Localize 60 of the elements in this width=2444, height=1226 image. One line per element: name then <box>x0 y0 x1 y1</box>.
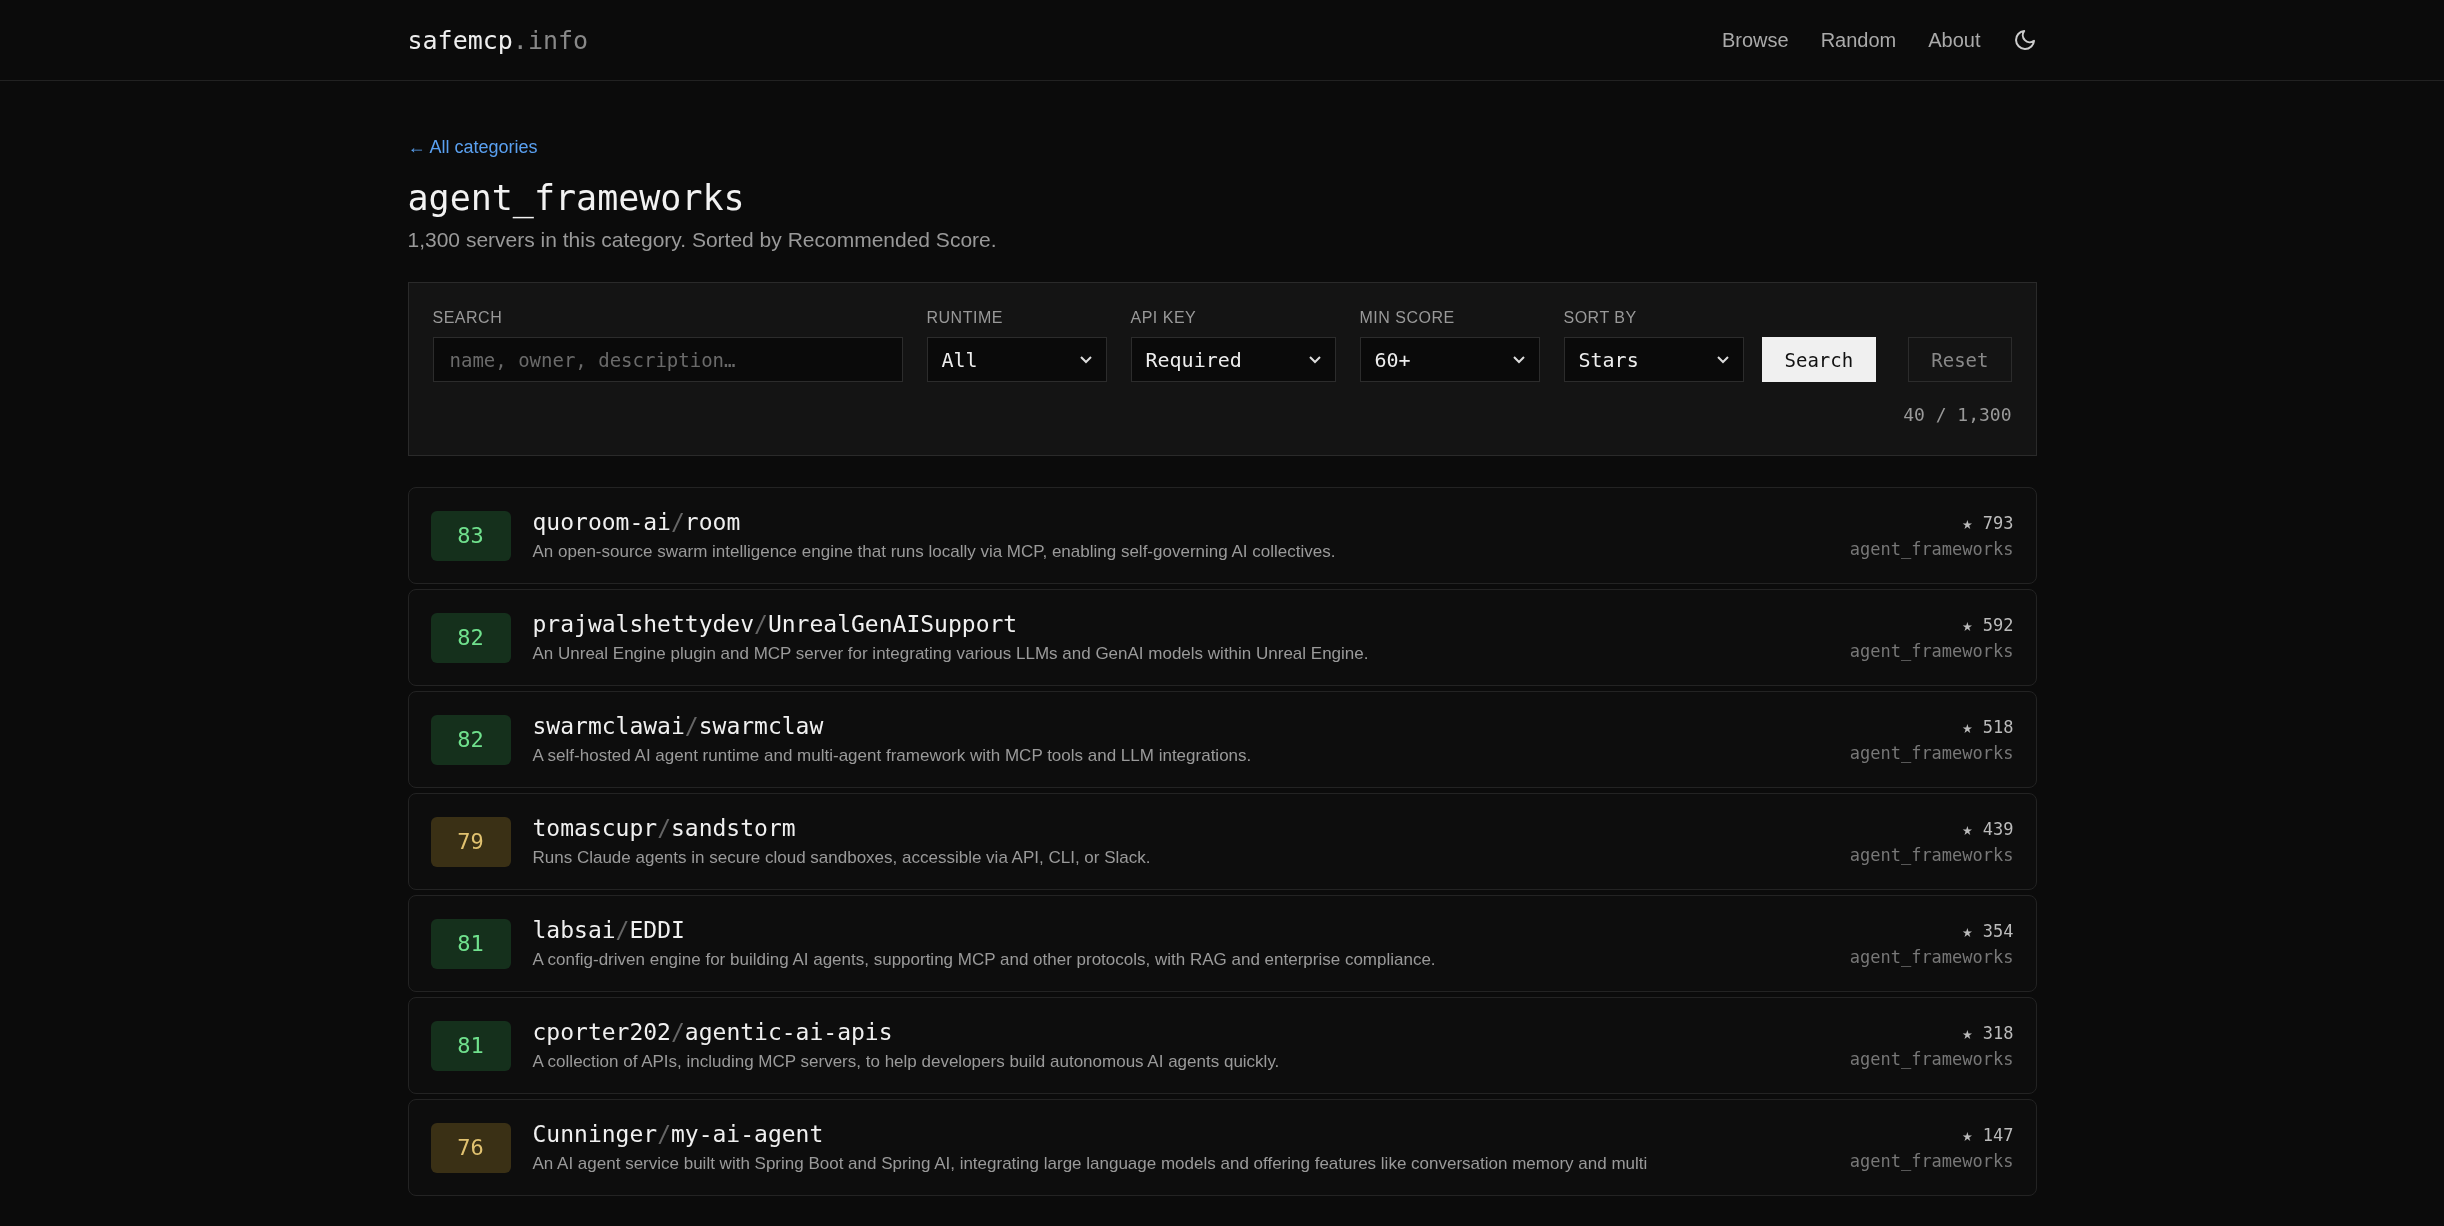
dropdown[interactable]: Stars <box>1563 337 1744 382</box>
category-label: agent_frameworks <box>1849 640 2014 661</box>
server-description: Runs Claude agents in secure cloud sandboxes, accessible via API, CLI, or Slack. <box>532 846 1152 869</box>
score-badge: 82 <box>430 714 511 765</box>
category-label: agent_frameworks <box>1849 742 2014 763</box>
server-link[interactable]: swarmclawai/swarmclaw <box>532 712 824 739</box>
server-description: An Unreal Engine plugin and MCP server for integrating various LLMs and GenAI models within Unreal Engine. <box>532 642 1370 665</box>
score-badge: 79 <box>430 816 511 867</box>
search-field[interactable]: name, owner, description… <box>432 337 903 382</box>
server-link[interactable]: tomascupr/sandstorm <box>532 814 796 841</box>
star-count: ★ 518 <box>1962 716 2014 737</box>
star-count: ★ 592 <box>1962 614 2014 635</box>
chevron-down-icon <box>1512 355 1525 364</box>
server-link[interactable]: prajwalshettydev/UnrealGenAISupport <box>532 610 1018 637</box>
star-count: ★ 318 <box>1962 1022 2014 1043</box>
chevron-down-icon <box>1716 355 1729 364</box>
server-description: An AI agent service built with Spring Boot and Spring AI, integrating large language models and offering features like conversation memory and multi <box>532 1152 1649 1175</box>
chevron-down-icon <box>1308 355 1321 364</box>
category-label: agent_frameworks <box>1849 1048 2014 1069</box>
moon-icon[interactable] <box>2012 28 2037 52</box>
server-description: A config-driven engine for building AI agents, supporting MCP and other protocols, with RAG and enterprise compliance. <box>532 948 1437 971</box>
page-title: agent_frameworks <box>407 178 746 218</box>
server-description: An open-source swarm intelligence engine that runs locally via MCP, enabling self-governing AI collectives. <box>532 540 1337 563</box>
field-label: RUNTIME <box>926 309 1004 327</box>
server-description: A self-hosted AI agent runtime and multi-agent framework with MCP tools and LLM integrations. <box>532 744 1253 767</box>
search-button[interactable]: Search <box>1761 337 1877 382</box>
server-link[interactable]: labsai/EDDI <box>532 916 685 943</box>
nav-link[interactable]: Browse <box>1721 28 1789 52</box>
score-badge: 81 <box>430 918 511 969</box>
star-count: ★ 793 <box>1962 512 2014 533</box>
site-logo[interactable]: safemcp.info <box>407 25 589 55</box>
server-link[interactable]: cporter202/agentic-ai-apis <box>532 1018 893 1045</box>
result-count: 40 / 1,300 <box>1903 404 2012 425</box>
score-badge: 81 <box>430 1020 511 1071</box>
dropdown[interactable]: All <box>926 337 1107 382</box>
field-label: SEARCH <box>432 309 504 327</box>
category-label: agent_frameworks <box>1849 946 2014 967</box>
star-count: ★ 354 <box>1962 920 2014 941</box>
star-count: ★ 439 <box>1962 818 2014 839</box>
category-label: agent_frameworks <box>1849 1150 2014 1171</box>
category-label: agent_frameworks <box>1849 538 2014 559</box>
server-link[interactable]: Cunninger/my-ai-agent <box>532 1120 824 1147</box>
field-label: API KEY <box>1130 309 1198 327</box>
dropdown[interactable]: 60+ <box>1359 337 1540 382</box>
server-link[interactable]: quoroom-ai/room <box>532 508 741 535</box>
nav-link[interactable]: About <box>1928 28 1981 52</box>
category-label: agent_frameworks <box>1849 844 2014 865</box>
field-label: MIN SCORE <box>1359 309 1456 327</box>
field-label: SORT BY <box>1563 309 1638 327</box>
reset-button[interactable]: Reset <box>1908 337 2012 382</box>
score-badge: 83 <box>430 510 511 561</box>
server-description: A collection of APIs, including MCP servers, to help developers build autonomous AI agents quickly. <box>532 1050 1281 1073</box>
page-subtitle: 1,300 servers in this category. Sorted by Recommended Score. <box>407 228 998 252</box>
score-badge: 82 <box>430 612 511 663</box>
dropdown[interactable]: Required <box>1130 337 1336 382</box>
back-link[interactable]: ← All categories <box>407 137 538 158</box>
score-badge: 76 <box>430 1122 511 1173</box>
nav-link[interactable]: Random <box>1820 28 1897 52</box>
chevron-down-icon <box>1079 355 1092 364</box>
star-count: ★ 147 <box>1962 1124 2014 1145</box>
